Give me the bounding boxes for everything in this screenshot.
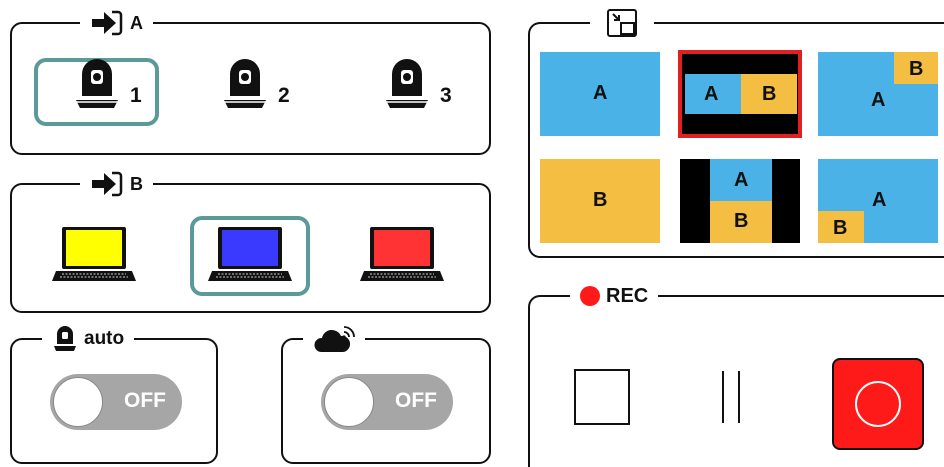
ptz-camera-icon: [224, 59, 266, 108]
auto-tracking-title: auto: [84, 328, 125, 349]
laptop-icon: [360, 227, 444, 281]
tile-label-b: B: [762, 83, 777, 105]
source-b-header: B: [80, 169, 153, 199]
auto-tracking-panel: auto OFF: [10, 324, 218, 464]
layout-single-b[interactable]: B: [540, 159, 660, 243]
layout-header: [590, 8, 654, 38]
layout-stacked[interactable]: A B: [680, 159, 800, 243]
pause-bar-left: [722, 371, 724, 423]
tile-label-a: A: [872, 189, 887, 211]
camera-2-number: 2: [278, 84, 290, 107]
auto-tracking-toggle[interactable]: OFF: [50, 374, 182, 430]
layout-pip-bottom-left[interactable]: A B: [818, 159, 938, 243]
tile-label-a: A: [734, 169, 749, 191]
ptz-camera-icon: [76, 59, 118, 108]
tile-label-b: B: [734, 210, 749, 232]
laptop-2-button[interactable]: [208, 225, 292, 292]
laptop-3-button[interactable]: [360, 225, 444, 292]
ptz-camera-icon: [386, 59, 428, 108]
laptop-icon: [52, 227, 136, 281]
cloud-stream-icon: [314, 326, 355, 352]
recording-header: REC: [570, 281, 659, 311]
streaming-header: [303, 324, 365, 354]
streaming-toggle[interactable]: OFF: [321, 374, 453, 430]
tile-label-a: A: [593, 82, 608, 104]
camera-3-number: 3: [440, 84, 452, 107]
source-a-panel: A 1 2 3: [10, 8, 491, 155]
source-a-title: A: [130, 12, 143, 33]
toggle-knob: [53, 377, 103, 427]
tile-label-b: B: [833, 217, 848, 239]
input-icon: [92, 10, 123, 36]
recording-panel: REC: [528, 281, 944, 467]
record-button[interactable]: [832, 358, 924, 450]
streaming-panel: OFF: [281, 324, 491, 464]
toggle-knob: [324, 377, 374, 427]
tile-label-b: B: [593, 189, 608, 211]
laptop-icon: [208, 227, 292, 281]
tile-label-a: A: [704, 83, 719, 105]
camera-3-button[interactable]: 3: [382, 58, 452, 112]
stop-button[interactable]: [574, 369, 630, 425]
auto-tracking-header: auto: [42, 324, 135, 354]
camera-1-number: 1: [130, 84, 142, 107]
pause-bar-right: [738, 371, 740, 423]
streaming-toggle-label: OFF: [395, 389, 437, 412]
source-b-title: B: [130, 173, 143, 194]
record-dot-icon: [580, 286, 600, 306]
record-circle-icon: [855, 381, 901, 427]
layout-single-a[interactable]: A: [540, 52, 660, 136]
layout-side-by-side[interactable]: A B: [678, 50, 802, 138]
camera-1-button[interactable]: 1: [72, 58, 142, 112]
ptz-camera-icon: [54, 326, 76, 351]
recording-title: REC: [606, 284, 649, 307]
tile-label-b: B: [909, 58, 924, 80]
laptop-1-button[interactable]: [52, 225, 136, 292]
layout-panel: A A B A B B A B A B: [528, 8, 944, 258]
layout-pip-top-right[interactable]: A B: [818, 52, 938, 136]
tile-label-a: A: [871, 89, 886, 111]
camera-2-button[interactable]: 2: [220, 58, 290, 112]
pause-button[interactable]: [716, 371, 748, 423]
auto-tracking-toggle-label: OFF: [124, 389, 166, 412]
input-icon: [92, 171, 123, 197]
source-a-header: A: [80, 8, 153, 38]
picture-in-picture-icon: [607, 9, 637, 37]
source-b-panel: B: [10, 169, 491, 313]
